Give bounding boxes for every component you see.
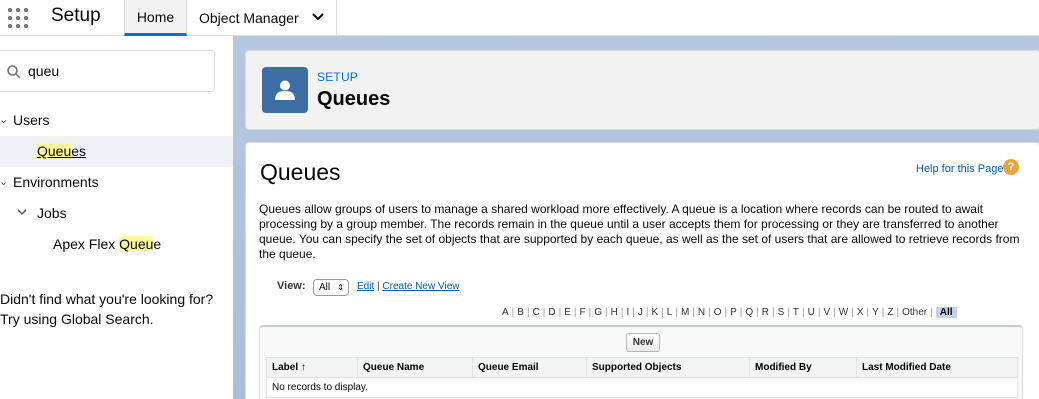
link-separator: | (377, 281, 380, 292)
alpha-filter-i[interactable]: I (624, 307, 631, 318)
new-button[interactable]: New (626, 333, 660, 352)
column-header-queue-email[interactable]: Queue Email (473, 358, 587, 377)
no-results-line-1: Didn't find what you're looking for? (0, 291, 214, 307)
column-header-modified-by[interactable]: Modified By (750, 358, 857, 377)
tab-object-manager[interactable]: Object Manager (187, 0, 337, 36)
tree-item-jobs[interactable]: Jobs (0, 198, 233, 229)
alpha-filter-d[interactable]: D (546, 307, 557, 318)
help-link[interactable]: Help for this Page (916, 163, 1003, 175)
description: Queues allow groups of users to manage a… (259, 202, 1020, 261)
chevron-down-icon[interactable]: ⌄ (0, 167, 8, 198)
alpha-filter-j[interactable]: J (636, 307, 645, 318)
tree-item-queues-label[interactable]: Queues (37, 136, 86, 167)
queues-content-card: Queues Help for this Page ? Queues allow… (245, 142, 1039, 399)
tree-item-environments[interactable]: ⌄ Environments (0, 167, 233, 198)
setup-sidebar: ⌄ Users Queues ⌄ Environments Jobs Apex … (0, 36, 233, 399)
alpha-filter-r[interactable]: R (760, 307, 771, 318)
alpha-filter-all[interactable]: All (935, 307, 957, 318)
alpha-filter-k[interactable]: K (649, 307, 660, 318)
chevron-down-icon[interactable] (17, 209, 27, 216)
alpha-filter-other[interactable]: Other (900, 307, 929, 318)
main-content: SETUP Queues Queues Help for this Page ?… (233, 36, 1039, 399)
page-header: SETUP Queues (245, 50, 1039, 130)
alpha-filter-q[interactable]: Q (743, 307, 755, 318)
quick-find-input[interactable] (28, 60, 208, 82)
tree-item-users-label: Users (13, 112, 50, 128)
label-suffix: e (153, 236, 162, 252)
no-results-line-2: Try using Global Search. (0, 311, 154, 327)
chevron-down-icon[interactable]: ⌄ (0, 105, 8, 136)
tree-item-apex-flex-queue[interactable]: Apex Flex Queue (0, 229, 233, 260)
content-title: Queues (260, 159, 341, 185)
quick-find-box[interactable] (0, 50, 215, 92)
page-title: Queues (317, 88, 391, 110)
alpha-filter-m[interactable]: M (679, 307, 691, 318)
column-header-supported-objects[interactable]: Supported Objects (587, 358, 750, 377)
app-launcher-icon[interactable] (7, 7, 29, 29)
search-match-highlight: Queu (37, 143, 72, 159)
queue-list: New Label ↑ Queue Name Queue Email Suppo… (259, 325, 1023, 399)
edit-view-link[interactable]: Edit (357, 281, 374, 292)
alpha-filter-u[interactable]: U (806, 307, 817, 318)
tab-object-manager-label: Object Manager (199, 10, 299, 26)
search-match-highlight: Queu (119, 236, 154, 252)
alpha-filter-w[interactable]: W (837, 307, 850, 318)
alpha-filter-y[interactable]: Y (870, 307, 881, 318)
alpha-filter-l[interactable]: L (665, 307, 675, 318)
alpha-filter-f[interactable]: F (578, 307, 588, 318)
view-select-value: All (319, 282, 331, 293)
column-header-queue-name[interactable]: Queue Name (358, 358, 473, 377)
alpha-filter-n[interactable]: N (696, 307, 707, 318)
view-select[interactable]: All ⇕ (313, 279, 349, 296)
alpha-filter-p[interactable]: P (728, 307, 739, 318)
select-arrows-icon: ⇕ (337, 283, 344, 292)
column-header-last-modified-date[interactable]: Last Modified Date (857, 358, 1017, 377)
create-new-view-link[interactable]: Create New View (382, 281, 459, 292)
tree-item-jobs-label: Jobs (37, 205, 67, 221)
tree-item-users[interactable]: ⌄ Users (0, 105, 233, 136)
alpha-filter-t[interactable]: T (791, 307, 801, 318)
search-icon (7, 65, 21, 79)
chevron-down-icon[interactable] (312, 13, 324, 21)
breadcrumb: SETUP (317, 70, 359, 84)
app-name: Setup (51, 5, 101, 26)
alpha-filter-h[interactable]: H (609, 307, 620, 318)
alpha-filter-s[interactable]: S (776, 307, 787, 318)
alpha-filter-c[interactable]: C (531, 307, 542, 318)
tree-item-environments-label: Environments (13, 174, 99, 190)
help-icon[interactable]: ? (1003, 159, 1019, 175)
alpha-filter-o[interactable]: O (712, 307, 724, 318)
column-header-label[interactable]: Label ↑ (267, 358, 358, 377)
alpha-filter-g[interactable]: G (592, 307, 604, 318)
tree-item-queues[interactable]: Queues (0, 136, 233, 167)
label-prefix: Apex Flex (53, 236, 120, 252)
tab-home[interactable]: Home (124, 0, 187, 36)
alpha-filter-a[interactable]: A (500, 307, 511, 318)
alpha-filter-v[interactable]: V (821, 307, 832, 318)
alpha-separator: | (930, 307, 933, 318)
no-results-hint: Didn't find what you're looking for? Try… (0, 289, 230, 329)
alpha-filter-e[interactable]: E (562, 307, 573, 318)
user-icon (262, 67, 308, 113)
alpha-filter-x[interactable]: X (855, 307, 866, 318)
empty-table-row: No records to display. (266, 378, 1018, 398)
view-actions: Edit | Create New View (357, 281, 459, 292)
tree-item-apex-flex-queue-label[interactable]: Apex Flex Queue (53, 229, 161, 260)
view-label: View: (277, 280, 306, 292)
table-header: Label ↑ Queue Name Queue Email Supported… (266, 357, 1018, 378)
alpha-filter-z[interactable]: Z (885, 307, 895, 318)
alphabet-filter: A | B | C | D | E | F | G | H | I | J | K | L | M | N | O | P | Q | R | S | T |… (500, 306, 957, 319)
alpha-filter-b[interactable]: B (515, 307, 526, 318)
global-header: Setup Home Object Manager (0, 0, 1039, 36)
label-suffix: es (71, 143, 87, 159)
